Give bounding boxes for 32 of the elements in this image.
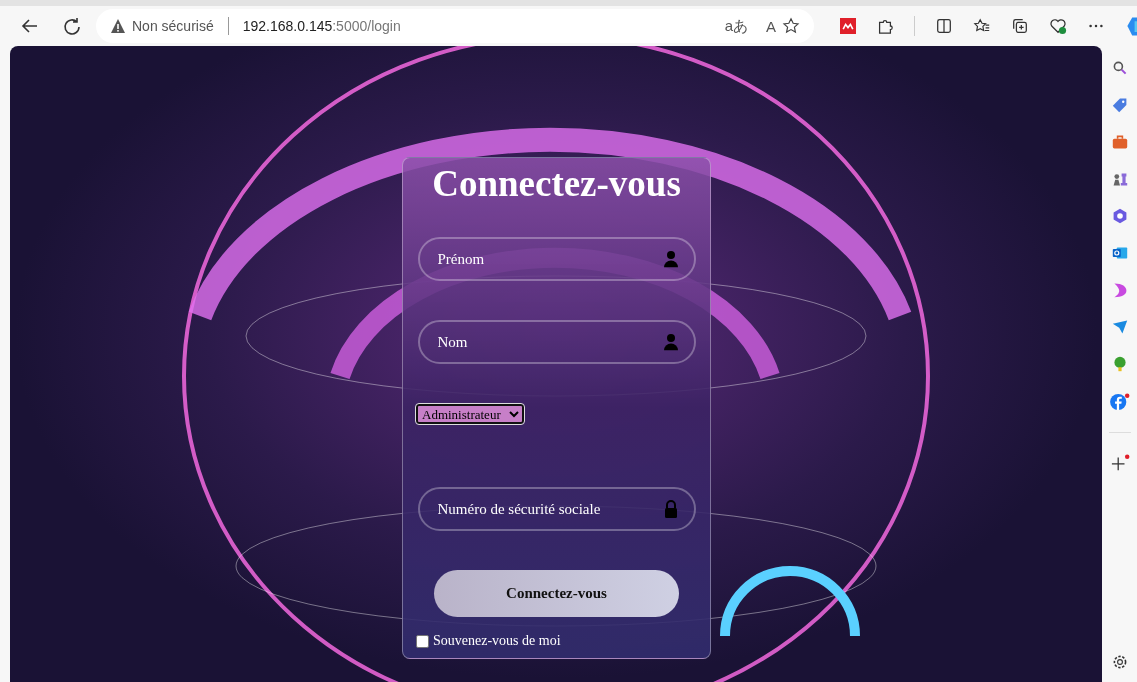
tag-icon[interactable] — [1111, 97, 1128, 113]
split-screen-icon[interactable] — [935, 17, 953, 35]
facebook-icon[interactable] — [1109, 393, 1130, 411]
remember-checkbox[interactable] — [416, 634, 429, 648]
toolbox-icon[interactable] — [1111, 134, 1128, 150]
search-icon[interactable] — [1111, 60, 1128, 76]
security-label: Non sécurisé — [132, 18, 214, 34]
outlook-icon[interactable] — [1111, 245, 1128, 261]
role-dropdown[interactable]: Administrateur — [416, 404, 524, 424]
heart-pulse-icon[interactable] — [1049, 17, 1067, 35]
hexagon-icon[interactable] — [1111, 208, 1128, 224]
reload-icon[interactable] — [62, 16, 82, 36]
tree-icon[interactable] — [1111, 356, 1128, 372]
add-icon[interactable] — [1109, 454, 1130, 472]
address-bar[interactable]: Non sécurisé 192.168.0.145:5000/login aあ A — [96, 9, 814, 43]
remember-label: Souvenez-vous de moi — [433, 633, 561, 649]
warning-icon — [110, 18, 126, 34]
url-text: 192.168.0.145:5000/login — [242, 18, 401, 34]
extension-logo-icon[interactable] — [840, 18, 856, 34]
user-icon — [663, 333, 678, 351]
star-icon[interactable] — [782, 17, 800, 35]
chess-icon[interactable] — [1111, 171, 1128, 187]
login-title: Connectez-vous — [432, 162, 681, 205]
collections-icon[interactable] — [1011, 17, 1029, 35]
login-button[interactable]: Connectez-vous — [434, 570, 679, 617]
translate-icon[interactable]: aあ — [724, 16, 748, 36]
user-icon — [663, 250, 678, 268]
puzzle-icon[interactable] — [876, 17, 894, 35]
settings-icon[interactable] — [1111, 654, 1128, 670]
lock-icon — [663, 500, 678, 518]
read-aloud-icon[interactable]: A — [766, 17, 776, 35]
paper-plane-icon[interactable] — [1111, 319, 1128, 335]
